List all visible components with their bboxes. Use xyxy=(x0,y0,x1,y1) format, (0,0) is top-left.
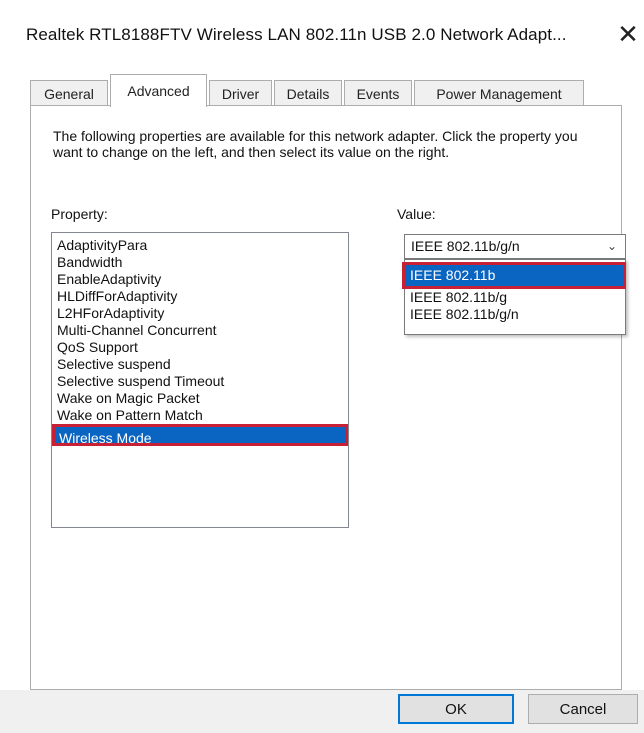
list-item-selected[interactable]: Wireless Mode xyxy=(52,424,348,446)
tab-details[interactable]: Details xyxy=(274,80,342,106)
tab-power-management[interactable]: Power Management xyxy=(414,80,584,106)
dropdown-option[interactable]: IEEE 802.11b/g/n xyxy=(405,306,625,323)
value-dropdown-list: IEEE 802.11b IEEE 802.11b/g IEEE 802.11b… xyxy=(402,259,626,335)
tab-advanced[interactable]: Advanced xyxy=(110,74,207,107)
list-item[interactable]: Bandwidth xyxy=(55,254,122,271)
property-listbox[interactable]: AdaptivityPara Bandwidth EnableAdaptivit… xyxy=(51,232,349,528)
list-item[interactable]: L2HForAdaptivity xyxy=(55,305,164,322)
value-combobox[interactable]: IEEE 802.11b/g/n ⌄ xyxy=(404,234,626,259)
dropdown-option-highlighted[interactable]: IEEE 802.11b xyxy=(402,262,626,289)
list-item[interactable]: QoS Support xyxy=(55,339,138,356)
list-item[interactable]: Wake on Pattern Match xyxy=(55,407,203,424)
close-icon[interactable]: ✕ xyxy=(612,18,644,50)
list-item[interactable]: Multi-Channel Concurrent xyxy=(55,322,217,339)
tab-general[interactable]: General xyxy=(30,80,108,106)
list-item[interactable]: Selective suspend Timeout xyxy=(55,373,224,390)
ok-button[interactable]: OK xyxy=(398,694,514,724)
list-item[interactable]: Wake on Magic Packet xyxy=(55,390,200,407)
description-text: The following properties are available f… xyxy=(53,128,578,160)
tab-events[interactable]: Events xyxy=(344,80,412,106)
advanced-panel: The following properties are available f… xyxy=(30,105,626,690)
list-item[interactable]: HLDiffForAdaptivity xyxy=(55,288,177,305)
chevron-down-icon[interactable]: ⌄ xyxy=(607,235,617,258)
dropdown-option[interactable]: IEEE 802.11b/g xyxy=(405,289,625,306)
value-label: Value: xyxy=(397,206,436,222)
window-title: Realtek RTL8188FTV Wireless LAN 802.11n … xyxy=(26,25,567,44)
list-item[interactable]: AdaptivityPara xyxy=(55,237,147,254)
combo-current-value: IEEE 802.11b/g/n xyxy=(411,238,520,254)
property-label: Property: xyxy=(51,206,108,222)
list-item[interactable]: Selective suspend xyxy=(55,356,171,373)
tab-driver[interactable]: Driver xyxy=(209,80,272,106)
list-item[interactable]: EnableAdaptivity xyxy=(55,271,161,288)
cancel-button[interactable]: Cancel xyxy=(528,694,638,724)
title-bar: Realtek RTL8188FTV Wireless LAN 802.11n … xyxy=(0,0,644,70)
